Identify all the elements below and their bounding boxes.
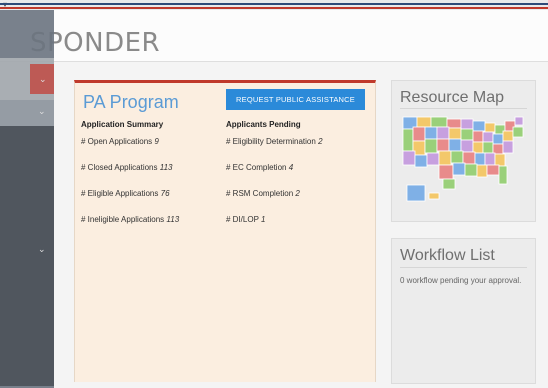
stat-eligibility-determination[interactable]: # Eligibility Determination 2 xyxy=(226,137,374,163)
workflow-list-title: Workflow List xyxy=(400,247,495,264)
applicants-pending: Applicants Pending # Eligibility Determi… xyxy=(226,120,374,241)
applicants-pending-heading: Applicants Pending xyxy=(226,120,301,129)
stat-eligible-applications[interactable]: # Eligible Applications 76 xyxy=(81,189,221,215)
resource-map-title: Resource Map xyxy=(400,89,505,106)
side-panel-overlay[interactable]: ⌄ ⌄ ⌄ xyxy=(0,10,54,388)
chevron-down-icon: ⌄ xyxy=(38,244,46,254)
side-panel-dropdown[interactable]: ⌄ xyxy=(30,64,54,94)
stat-rsm-completion[interactable]: # RSM Completion 2 xyxy=(226,189,374,215)
resource-map-card: Resource Map xyxy=(391,80,536,222)
side-panel-item[interactable]: ⌄ xyxy=(0,58,54,100)
workflow-status-text: 0 workflow pending your approval. xyxy=(400,276,522,285)
stat-di-lop[interactable]: # DI/LOP 1 xyxy=(226,215,374,241)
request-public-assistance-button[interactable]: REQUEST PUBLIC ASSISTANCE xyxy=(226,89,365,110)
chevron-down-icon: ⌄ xyxy=(39,74,47,84)
side-panel-content: ⌄ xyxy=(0,126,54,386)
side-panel-item[interactable]: ⌄ xyxy=(0,100,54,126)
pa-program-title: PA Program xyxy=(83,92,179,112)
top-bar-red-line xyxy=(0,7,548,9)
stat-closed-applications[interactable]: # Closed Applications 113 xyxy=(81,163,221,189)
us-map-image[interactable] xyxy=(399,111,529,207)
application-summary: Application Summary # Open Applications … xyxy=(81,120,221,241)
stat-ec-completion[interactable]: # EC Completion 4 xyxy=(226,163,374,189)
chevron-down-icon: ⌄ xyxy=(38,106,46,116)
application-summary-heading: Application Summary xyxy=(81,120,164,129)
stat-open-applications[interactable]: # Open Applications 9 xyxy=(81,137,221,163)
stat-ineligible-applications[interactable]: # Ineligible Applications 113 xyxy=(81,215,221,241)
divider xyxy=(400,108,527,109)
app-header: SPONDER xyxy=(0,10,548,62)
top-bar-blue-line xyxy=(0,3,548,5)
workflow-list-card: Workflow List 0 workflow pending your ap… xyxy=(391,238,536,384)
divider xyxy=(400,267,527,268)
pa-program-card: PA Program REQUEST PUBLIC ASSISTANCE App… xyxy=(74,80,376,382)
top-bar: ▾ xyxy=(0,0,548,10)
